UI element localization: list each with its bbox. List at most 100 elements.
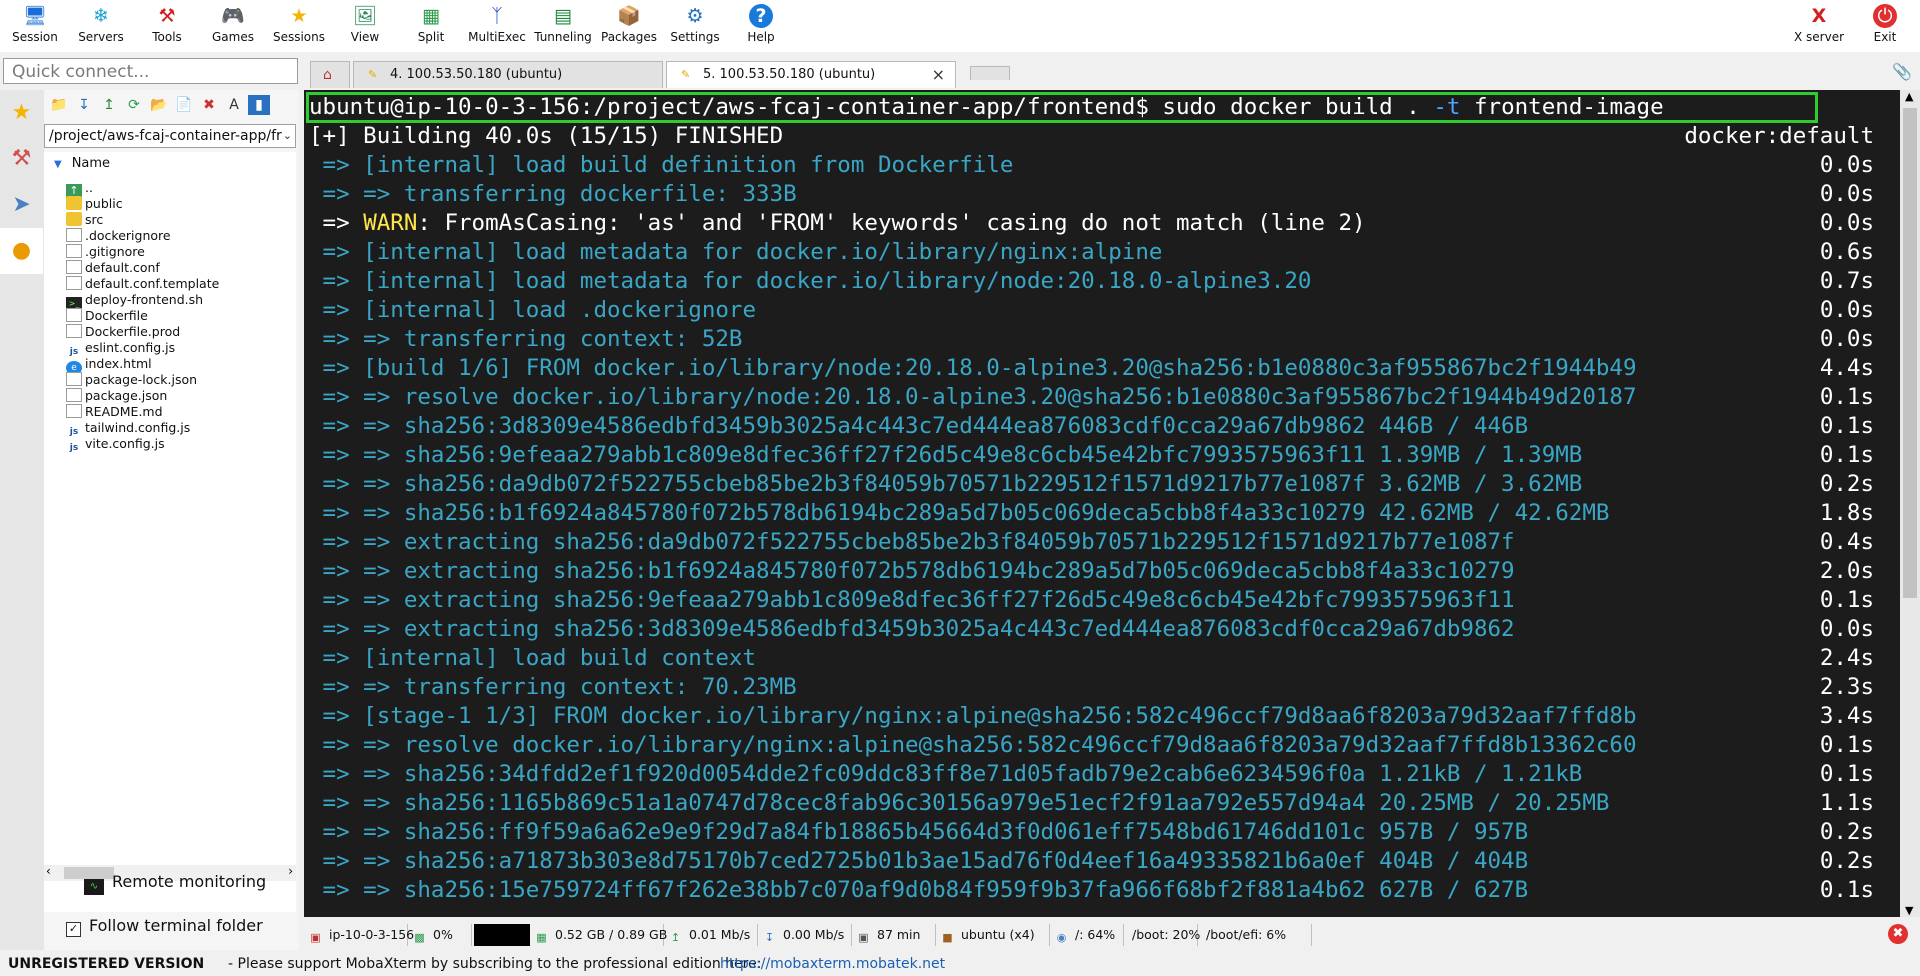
settings-button[interactable]: ⚙ Settings	[662, 0, 728, 52]
terminal-line-text: => => extracting sha256:3d8309e4586edbfd…	[309, 616, 1515, 642]
terminal-line-time: 0.2s	[1819, 848, 1874, 874]
session-button[interactable]: 🖥 Session	[2, 0, 68, 52]
attach-icon[interactable]: 📎	[1892, 62, 1912, 81]
terminal-line-text: => => transferring context: 70.23MB	[309, 674, 797, 700]
file-icon	[66, 260, 82, 274]
terminal-line-text: => => extracting sha256:da9db072f522755c…	[309, 529, 1515, 555]
tab-session-5[interactable]: ✎ 5. 100.53.50.180 (ubuntu) ×	[666, 61, 956, 88]
terminal-line: => => transferring dockerfile: 333B 0.0s	[309, 180, 1874, 209]
view-button[interactable]: 🖼 View	[332, 0, 398, 52]
terminal-line-text: => [stage-1 1/3] FROM docker.io/library/…	[309, 703, 1637, 729]
file-icon	[66, 324, 82, 338]
split-button[interactable]: ▦ Split	[398, 0, 464, 52]
upload-icon[interactable]: ↥	[98, 95, 120, 115]
new-folder-icon[interactable]: 📂	[148, 95, 170, 115]
sessions-button[interactable]: ★ Sessions	[266, 0, 332, 52]
terminal-line-text: => => sha256:15e759724ff67f262e38bb7c070…	[309, 877, 1529, 903]
download-icon[interactable]: ↧	[73, 95, 95, 115]
terminal-line: => WARN: FromAsCasing: 'as' and 'FROM' k…	[309, 209, 1874, 238]
servers-button[interactable]: ❄ Servers	[68, 0, 134, 52]
terminal-line: => => sha256:1165b869c51a1a0747d78cec8fa…	[309, 789, 1874, 818]
power-icon: ⏻	[1873, 4, 1897, 28]
terminal-line-time: 2.0s	[1819, 558, 1874, 584]
folder-icon	[66, 196, 82, 210]
macros-side-tab[interactable]: ➤	[0, 182, 43, 228]
folder-up-icon[interactable]: 📁	[48, 95, 70, 115]
status-download: ↧ 0.00 Mb/s	[762, 924, 852, 946]
file-icon	[66, 372, 82, 386]
remote-monitoring-button[interactable]: ∿ Remote monitoring	[84, 872, 266, 895]
tunneling-icon: ▤	[554, 5, 572, 27]
exit-button[interactable]: ⏻ Exit	[1852, 0, 1918, 52]
file-icon	[66, 244, 82, 258]
sort-icon: ▼	[54, 159, 62, 170]
terminal-line: => => sha256:3d8309e4586edbfd3459b3025a4…	[309, 412, 1874, 441]
terminal-line-time: 3.4s	[1819, 703, 1874, 729]
terminal-line-text: => [internal] load build context	[309, 645, 757, 671]
scroll-right-icon[interactable]: ›	[288, 864, 293, 878]
tab-session-4[interactable]: ✎ 4. 100.53.50.180 (ubuntu)	[353, 61, 663, 88]
status-cpu: ▩ 0%	[412, 924, 472, 946]
terminal-line: => => transferring context: 70.23MB 2.3s	[309, 673, 1874, 702]
scroll-down-icon[interactable]: ▼	[1905, 904, 1913, 917]
new-file-icon[interactable]: 📄	[173, 95, 195, 115]
servers-icon: ❄	[93, 5, 109, 27]
packages-button[interactable]: 📦 Packages	[596, 0, 662, 52]
memory-icon: ▦	[536, 931, 547, 944]
sidebar-tab-strip: ★ ⚒ ➤ ●	[0, 90, 45, 950]
remote-path-field[interactable]: /project/aws-fcaj-container-app/fr ⌄	[44, 124, 296, 148]
scroll-left-icon[interactable]: ‹	[46, 864, 51, 878]
close-icon[interactable]: ×	[932, 62, 945, 88]
sessions-side-tab[interactable]: ★	[0, 90, 43, 136]
terminal-line: => => sha256:ff9f59a6a62e9e9f29d7a84fb18…	[309, 818, 1874, 847]
column-header-name[interactable]: ▼ Name	[54, 156, 110, 171]
refresh-icon[interactable]: ⟳	[123, 95, 145, 115]
scroll-up-icon[interactable]: ▲	[1905, 90, 1913, 103]
monitoring-icon: ∿	[84, 879, 104, 895]
terminal-line: => => extracting sha256:3d8309e4586edbfd…	[309, 615, 1874, 644]
tools-side-tab[interactable]: ⚒	[0, 136, 43, 182]
close-icon[interactable]: ✖	[1888, 924, 1908, 944]
scroll-thumb[interactable]	[1903, 108, 1917, 598]
terminal-line: => => sha256:34dfdd2ef1f920d0054dde2fc09…	[309, 760, 1874, 789]
multiexec-button[interactable]: ᛉ MultiExec	[464, 0, 530, 52]
chevron-down-icon[interactable]: ⌄	[283, 125, 292, 147]
games-button[interactable]: 🎮 Games	[200, 0, 266, 52]
terminal-line-text: => => extracting sha256:9efeaa279abb1c80…	[309, 587, 1515, 613]
star-icon: ★	[11, 100, 32, 125]
tools-button[interactable]: ⚒ Tools	[134, 0, 200, 52]
tools-icon: ⚒	[158, 5, 176, 27]
list-item[interactable]: js vite.config.js	[66, 434, 165, 455]
quick-connect-input[interactable]: Quick connect...	[3, 58, 298, 84]
terminal-line-time: 0.0s	[1819, 181, 1874, 207]
mobatek-link[interactable]: https://mobaxterm.mobatek.net	[720, 952, 945, 976]
terminal-line: => [internal] load metadata for docker.i…	[309, 238, 1874, 267]
terminal-line-time: 0.0s	[1819, 152, 1874, 178]
tunneling-button[interactable]: ▤ Tunneling	[530, 0, 596, 52]
home-tab[interactable]: ⌂	[310, 61, 350, 88]
vertical-scrollbar[interactable]: ▲ ▼	[1900, 90, 1920, 917]
cpu-graph	[474, 924, 532, 946]
rename-icon[interactable]: A	[223, 95, 245, 115]
uptime-icon: ▣	[858, 931, 869, 944]
terminal-line-time: 0.1s	[1819, 732, 1874, 758]
session-tabbar: ⌂ ✎ 4. 100.53.50.180 (ubuntu) ✎ 5. 100.53.…	[305, 58, 1920, 88]
delete-icon[interactable]: ✖	[198, 95, 220, 115]
new-tab-button[interactable]	[970, 66, 1010, 80]
terminal-line-text: => => sha256:1165b869c51a1a0747d78cec8fa…	[309, 790, 1610, 816]
terminal-line-time: 0.0s	[1819, 616, 1874, 642]
follow-icon[interactable]: ▮	[248, 95, 270, 115]
follow-terminal-checkbox[interactable]: ✓ Follow terminal folder	[66, 916, 263, 937]
terminal-line-time: 0.1s	[1819, 442, 1874, 468]
terminal-line-text: => [build 1/6] FROM docker.io/library/no…	[309, 355, 1637, 381]
terminal-output[interactable]: ubuntu@ip-10-0-3-156:/project/aws-fcaj-c…	[304, 90, 1900, 917]
xserver-button[interactable]: XX server	[1786, 0, 1852, 52]
sftp-side-tab[interactable]: ●	[0, 228, 43, 274]
terminal-line: => => sha256:15e759724ff67f262e38bb7c070…	[309, 876, 1874, 905]
monitor-icon: 🖥	[22, 5, 48, 27]
terminal-line: => => sha256:9efeaa279abb1c809e8dfec36ff…	[309, 441, 1874, 470]
star-icon: ★	[290, 5, 308, 27]
packages-icon: 📦	[617, 5, 641, 27]
help-button[interactable]: ? Help	[728, 0, 794, 52]
split-icon: ▦	[422, 5, 440, 27]
